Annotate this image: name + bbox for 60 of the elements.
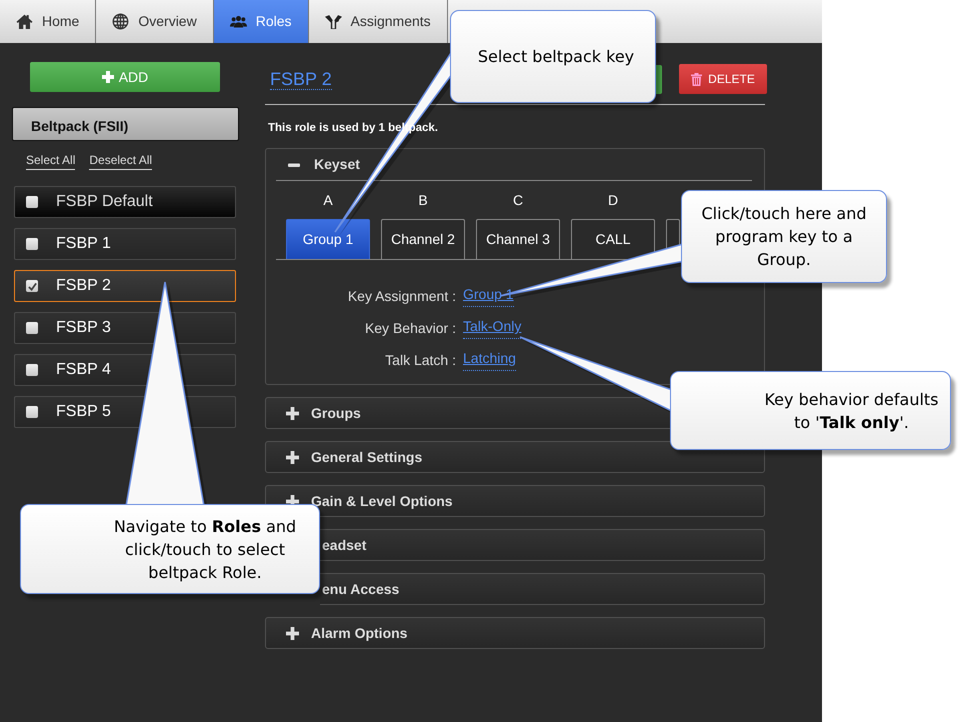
panel-title: eadset (322, 536, 366, 555)
panel-title[interactable]: Keyset (314, 154, 360, 176)
role-name: FSBP 5 (56, 402, 111, 422)
deselect-all-link[interactable]: Deselect All (89, 153, 152, 170)
plus-icon[interactable] (286, 406, 299, 420)
property-value-link[interactable]: Latching (463, 350, 516, 372)
panel-title: Gain & Level Options (311, 492, 453, 511)
role-title[interactable]: FSBP 2 (270, 68, 332, 90)
collapsed-panel[interactable]: Gain & Level Options (265, 485, 765, 518)
key-button[interactable]: Group 1 (286, 219, 370, 260)
collapsed-panel[interactable]: enu Access (320, 573, 765, 606)
checkbox[interactable] (26, 322, 38, 334)
fork-icon (324, 13, 342, 30)
plus-icon[interactable] (286, 626, 299, 640)
panel-title: enu Access (322, 580, 400, 599)
plus-icon[interactable] (286, 450, 299, 464)
callout-text: Navigate to Roles and click/touch to select beltpack Role. (112, 516, 298, 584)
globe-icon (112, 13, 130, 30)
collapsed-panel[interactable]: Alarm Options (265, 617, 765, 650)
key-letter: A (323, 191, 333, 210)
checkbox[interactable] (26, 238, 38, 250)
role-list-item[interactable]: FSBP 1 (14, 228, 236, 260)
role-name: FSBP 3 (56, 318, 111, 338)
callout-text: Select beltpack key (478, 46, 634, 68)
role-name: FSBP 4 (56, 360, 111, 380)
role-list-item[interactable]: FSBP 2 (14, 270, 236, 302)
people-icon (230, 13, 247, 30)
panel-title: General Settings (311, 448, 422, 467)
key-button[interactable]: Channel 3 (476, 219, 560, 260)
checkbox[interactable] (26, 196, 38, 208)
callout-text: Click/touch here and program key to a Group. (700, 203, 868, 271)
property-value-link[interactable]: Talk-Only (463, 318, 522, 340)
callout-text: Key behavior defaults to 'Talk only'. (763, 388, 940, 434)
key-letter: B (418, 191, 428, 210)
nav-tab[interactable]: Roles (214, 0, 309, 43)
role-name: FSBP 1 (56, 234, 111, 254)
key-button[interactable]: CALL (571, 219, 655, 260)
role-list-item[interactable]: FSBP Default (14, 186, 236, 218)
collapsed-panel[interactable]: General Settings (265, 441, 765, 474)
panel-title: Groups (311, 404, 361, 423)
key-letter: D (608, 191, 618, 210)
key-button[interactable]: Channel 2 (381, 219, 465, 260)
checkbox[interactable] (26, 406, 38, 418)
delete-button[interactable]: DELETE (679, 64, 767, 94)
property-label: Key Assignment : (346, 287, 456, 306)
role-name: FSBP Default (56, 192, 153, 212)
role-list-item[interactable]: FSBP 3 (14, 312, 236, 344)
select-all-link[interactable]: Select All (26, 153, 76, 170)
collapsed-panel[interactable]: eadset (320, 529, 765, 562)
property-label: Key Behavior : (364, 319, 456, 338)
checkbox[interactable] (26, 280, 38, 292)
home-icon (16, 13, 33, 30)
device-type-header: Beltpack (FSII) (12, 107, 239, 141)
trash-icon (691, 72, 702, 86)
plus-icon (102, 71, 114, 83)
panel-title: Alarm Options (311, 624, 408, 643)
checkbox[interactable] (26, 364, 38, 376)
role-name: FSBP 2 (56, 276, 111, 296)
property-label: Talk Latch : (384, 351, 456, 370)
key-letter: C (512, 191, 524, 210)
